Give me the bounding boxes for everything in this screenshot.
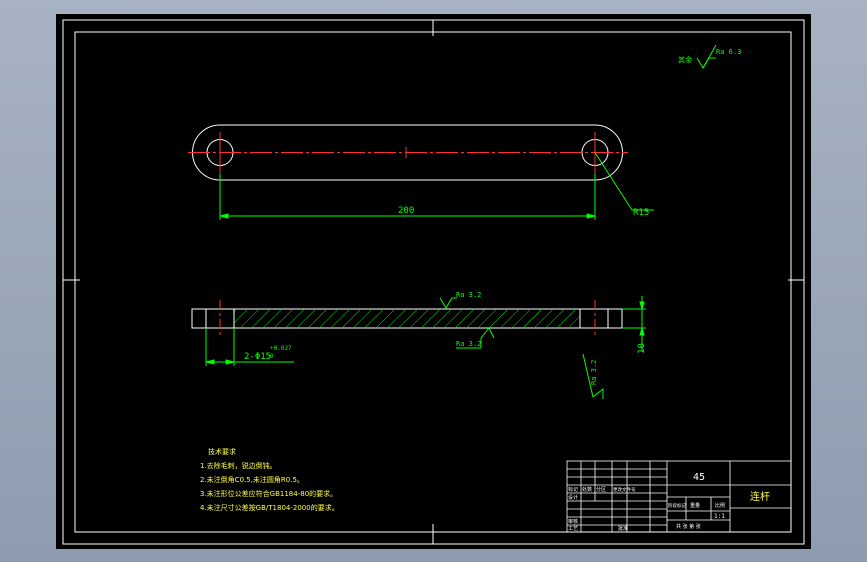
- tb-ratio: 比例: [715, 502, 725, 509]
- inner-border: [74, 31, 792, 533]
- radius-leader: [594, 152, 633, 211]
- roughness-other-label: 其余: [678, 55, 692, 64]
- tb-weight: 重量: [690, 502, 700, 509]
- tb-approve: 批准: [618, 525, 628, 532]
- tb-stage-mark: 阶段标记: [668, 502, 686, 509]
- outer-border: [62, 19, 805, 545]
- hole-tol-upper: +0.027: [270, 345, 292, 352]
- roughness-hole-symbol: [592, 387, 604, 399]
- note-2: 2.未注倒角C0.5,未注圆角R0.5。: [200, 475, 304, 484]
- roughness-bottom-value: Ra 3.2: [456, 340, 481, 348]
- part-name-text: 连杆: [750, 490, 770, 503]
- tb-scale: 1:1: [714, 513, 725, 520]
- roughness-other-leg: [702, 44, 717, 69]
- tb-row-label-2: 处数: [582, 486, 592, 493]
- tb-design: 设计: [568, 494, 578, 501]
- tb-process: 工艺: [568, 526, 578, 532]
- note-3: 3.未注形位公差应符合GB1184-80的要求。: [200, 489, 337, 498]
- tb-row-label-1: 标记: [568, 486, 578, 493]
- drawing-canvas: 其余 Ra 6.3 200 R15 Ra 3.2 Ra 3.2 Ra 3.2 2…: [56, 14, 811, 549]
- roughness-hole-value: Ra 3.2: [590, 360, 598, 385]
- hole-tol-lower: 0: [270, 353, 274, 360]
- technical-notes: 技术要求 1.去除毛刺，锐边倒钝。 2.未注倒角C0.5,未注圆角R0.5。 3…: [200, 447, 339, 512]
- link-section-view: [191, 308, 623, 329]
- hole-callout: 2-Φ15: [244, 352, 271, 362]
- tb-row-label-4: 更改文件号: [613, 486, 636, 493]
- material-text: 45: [693, 472, 705, 483]
- centerline-top-view: [188, 132, 628, 174]
- roughness-bottom-symbol: [480, 327, 495, 339]
- roughness-other-value: Ra 6.3: [716, 48, 741, 56]
- notes-title: 技术要求: [208, 447, 236, 456]
- dim-length-text: 200: [398, 206, 414, 216]
- dim-radius-text: R15: [633, 208, 649, 218]
- roughness-top-symbol: [439, 297, 457, 309]
- note-4: 4.未注尺寸公差按GB/T1804-2000的要求。: [200, 503, 339, 512]
- tb-sheets: 共 张 第 张: [676, 523, 701, 530]
- note-1: 1.去除毛刺，锐边倒钝。: [200, 461, 277, 470]
- dim-thickness-text: 10: [637, 343, 647, 354]
- roughness-top-value: Ra 3.2: [456, 291, 481, 299]
- cad-drawing: 其余 Ra 6.3 200 R15 Ra 3.2 Ra 3.2 Ra 3.2 2…: [62, 19, 805, 545]
- roughness-other-symbol: [696, 57, 716, 69]
- tb-row-label-3: 分区: [596, 486, 606, 493]
- tb-review: 审核: [568, 518, 578, 525]
